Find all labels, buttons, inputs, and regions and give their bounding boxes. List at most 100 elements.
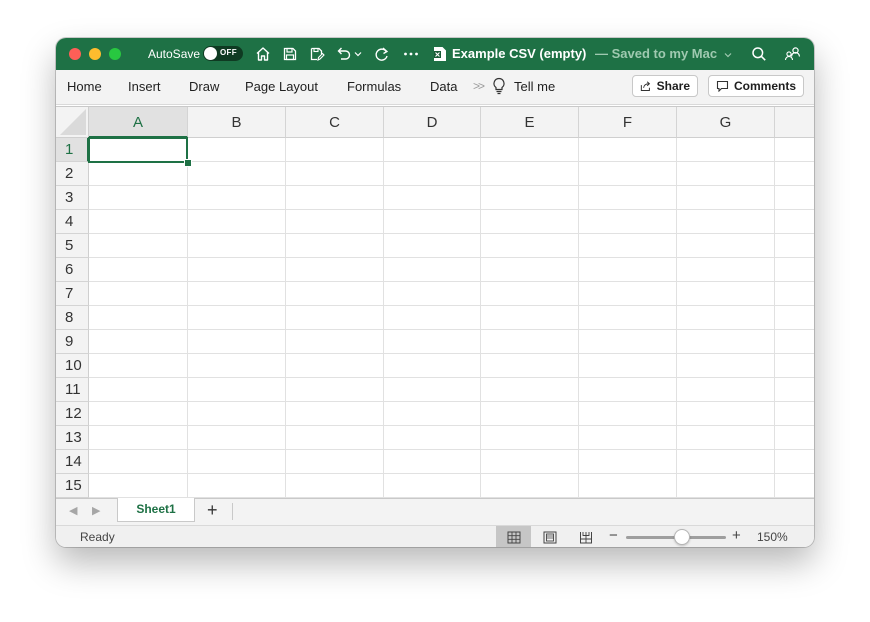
grid-cell[interactable] <box>579 426 677 450</box>
grid-cell[interactable] <box>677 162 775 186</box>
zoom-out-button[interactable]: − <box>609 527 618 544</box>
grid-cell[interactable] <box>579 474 677 498</box>
grid-cell[interactable] <box>579 258 677 282</box>
grid-cell[interactable] <box>286 354 384 378</box>
page-break-view-button[interactable] <box>568 526 603 547</box>
grid-cell[interactable] <box>775 450 814 474</box>
grid-cell[interactable] <box>481 378 579 402</box>
minimize-window-button[interactable] <box>89 48 101 60</box>
more-tabs-chevron-icon[interactable]: >> <box>473 79 485 93</box>
lightbulb-icon[interactable] <box>492 77 506 98</box>
row-header-12[interactable]: 12 <box>56 402 89 426</box>
grid-cell[interactable] <box>188 282 286 306</box>
column-header-a[interactable]: A <box>89 107 188 138</box>
grid-cell[interactable] <box>481 258 579 282</box>
grid-cell[interactable] <box>481 210 579 234</box>
row-header-9[interactable]: 9 <box>56 330 89 354</box>
select-all-corner[interactable] <box>56 107 89 138</box>
grid-cell[interactable] <box>579 162 677 186</box>
grid-cell[interactable] <box>286 138 384 162</box>
grid-cell[interactable] <box>89 138 188 162</box>
grid-cell[interactable] <box>89 474 188 498</box>
row-header-14[interactable]: 14 <box>56 450 89 474</box>
close-window-button[interactable] <box>69 48 81 60</box>
grid-cell[interactable] <box>481 138 579 162</box>
redo-icon[interactable] <box>372 44 392 64</box>
column-header-d[interactable]: D <box>384 107 481 138</box>
row-header-2[interactable]: 2 <box>56 162 89 186</box>
grid-cell[interactable] <box>89 234 188 258</box>
grid-cell[interactable] <box>775 474 814 498</box>
tab-insert[interactable]: Insert <box>128 79 161 94</box>
grid-cell[interactable] <box>775 426 814 450</box>
grid-cell[interactable] <box>286 210 384 234</box>
grid-cell[interactable] <box>89 258 188 282</box>
grid-cell[interactable] <box>188 378 286 402</box>
grid-cell[interactable] <box>188 186 286 210</box>
column-header-e[interactable]: E <box>481 107 579 138</box>
grid-cell[interactable] <box>89 426 188 450</box>
grid-cell[interactable] <box>286 234 384 258</box>
grid-cell[interactable] <box>286 162 384 186</box>
grid-cell[interactable] <box>384 210 481 234</box>
grid-cell[interactable] <box>188 306 286 330</box>
share-people-icon[interactable] <box>783 44 803 64</box>
grid-cell[interactable] <box>579 186 677 210</box>
row-header-6[interactable]: 6 <box>56 258 89 282</box>
grid-cell[interactable] <box>579 210 677 234</box>
grid-cell[interactable] <box>481 330 579 354</box>
column-header-b[interactable]: B <box>188 107 286 138</box>
grid-cell[interactable] <box>481 402 579 426</box>
grid-cell[interactable] <box>775 162 814 186</box>
grid-cell[interactable] <box>579 450 677 474</box>
grid-cell[interactable] <box>286 186 384 210</box>
grid-cell[interactable] <box>775 138 814 162</box>
grid-cell[interactable] <box>188 234 286 258</box>
grid-cell[interactable] <box>579 138 677 162</box>
grid-cell[interactable] <box>384 450 481 474</box>
grid-cell[interactable] <box>89 162 188 186</box>
grid-cell[interactable] <box>677 426 775 450</box>
grid-cell[interactable] <box>384 378 481 402</box>
grid-cell[interactable] <box>481 162 579 186</box>
row-header-10[interactable]: 10 <box>56 354 89 378</box>
grid-cell[interactable] <box>677 258 775 282</box>
grid-cell[interactable] <box>481 234 579 258</box>
grid-cell[interactable] <box>775 402 814 426</box>
cell-area[interactable] <box>89 138 814 499</box>
grid-cell[interactable] <box>677 330 775 354</box>
grid-cell[interactable] <box>481 474 579 498</box>
zoom-slider-handle[interactable] <box>674 529 690 545</box>
grid-cell[interactable] <box>286 450 384 474</box>
normal-view-button[interactable] <box>496 526 531 547</box>
undo-dropdown-chevron-down-icon[interactable] <box>352 44 364 64</box>
row-header-13[interactable]: 13 <box>56 426 89 450</box>
grid-cell[interactable] <box>775 282 814 306</box>
grid-cell[interactable] <box>677 474 775 498</box>
grid-cell[interactable] <box>89 378 188 402</box>
grid-cell[interactable] <box>384 354 481 378</box>
grid-cell[interactable] <box>384 426 481 450</box>
grid-cell[interactable] <box>677 234 775 258</box>
grid-cell[interactable] <box>286 330 384 354</box>
tab-page-layout[interactable]: Page Layout <box>245 79 318 94</box>
grid-cell[interactable] <box>286 306 384 330</box>
search-icon[interactable] <box>749 44 769 64</box>
row-header-8[interactable]: 8 <box>56 306 89 330</box>
grid-cell[interactable] <box>384 186 481 210</box>
grid-cell[interactable] <box>579 234 677 258</box>
column-header-partial[interactable] <box>775 107 814 138</box>
save-as-icon[interactable] <box>307 44 327 64</box>
grid-cell[interactable] <box>89 282 188 306</box>
grid-cell[interactable] <box>579 402 677 426</box>
grid-cell[interactable] <box>481 306 579 330</box>
grid-cell[interactable] <box>677 186 775 210</box>
grid-cell[interactable] <box>89 450 188 474</box>
grid-cell[interactable] <box>286 402 384 426</box>
undo-icon[interactable] <box>334 44 354 64</box>
grid-cell[interactable] <box>384 402 481 426</box>
grid-cell[interactable] <box>188 450 286 474</box>
grid-cell[interactable] <box>481 282 579 306</box>
grid-cell[interactable] <box>775 354 814 378</box>
grid-cell[interactable] <box>89 306 188 330</box>
